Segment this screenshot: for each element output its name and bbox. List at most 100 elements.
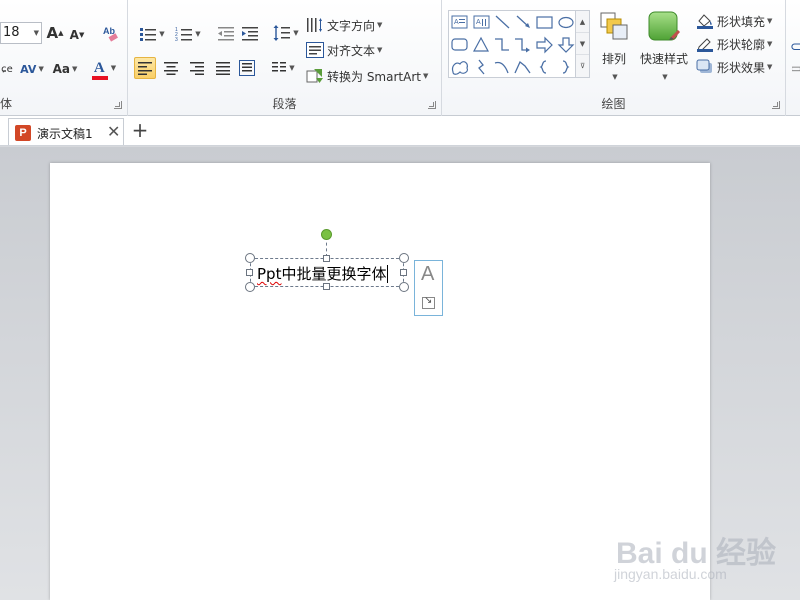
text-direction-icon xyxy=(307,18,322,32)
resize-handle-top-right[interactable] xyxy=(399,253,409,263)
svg-text:A: A xyxy=(454,19,459,26)
replace-button-partial[interactable]: ▭ xyxy=(792,60,800,76)
font-dialog-launcher-icon[interactable] xyxy=(114,101,122,109)
resize-handle-left[interactable] xyxy=(246,269,253,276)
right-brace-shape-icon xyxy=(562,60,570,74)
font-color-icon: A xyxy=(91,60,108,80)
font-color-button[interactable]: A ▼ xyxy=(88,56,122,80)
clear-formatting-button[interactable]: Ab xyxy=(100,22,122,44)
triangle-shape-icon xyxy=(472,36,490,52)
gallery-more-icon[interactable]: ⊽ xyxy=(576,55,589,77)
grow-font-button[interactable]: A ▲ xyxy=(46,24,64,42)
autofit-letter: A xyxy=(421,263,435,285)
strikethrough-partial-icon[interactable]: ɕe xyxy=(0,60,14,78)
shape-effects-icon xyxy=(696,59,712,73)
resize-handle-bottom-left[interactable] xyxy=(245,282,255,292)
right-arrow-shape-icon xyxy=(536,36,553,54)
rectangle-shape-icon xyxy=(536,16,553,29)
close-icon[interactable]: ✕ xyxy=(107,122,120,141)
gallery-scroll-down-icon[interactable]: ▼ xyxy=(576,33,589,55)
document-tab[interactable]: P 演示文稿1 ✕ xyxy=(8,118,124,145)
document-tab-bar: P 演示文稿1 ✕ + xyxy=(0,116,800,146)
freeform-shape-icon xyxy=(514,60,531,74)
font-size-combobox[interactable]: 18 ▼ xyxy=(0,22,42,44)
text-cursor: ​ xyxy=(387,265,389,283)
align-left-button[interactable] xyxy=(134,57,156,79)
paragraph-group: ▼ 1 2 3 ▼ ▼ 文字方向 ▼ ▼ 对齐文本 ▼ 转换为 SmartArt… xyxy=(128,0,442,116)
watermark: Bai du 经验 jingyan.baidu.com xyxy=(614,518,794,588)
text-box-content[interactable]: Ppt中批量更换字体​ xyxy=(257,263,389,284)
align-text-button[interactable]: 对齐文本 ▼ xyxy=(306,41,390,59)
shapes-gallery[interactable]: A A ▲ ▼ ⊽ xyxy=(448,10,590,78)
pencil-outline-icon xyxy=(697,38,713,52)
font-group: 18 ▼ A ▲ A ▼ Ab ɕe AV ▼ Aa ▼ A ▼ 体 xyxy=(0,0,128,116)
elbow-arrow-connector-shape-icon xyxy=(515,38,530,53)
down-arrow-shape-icon xyxy=(557,37,575,53)
numbering-button[interactable]: 1 2 3 ▼ xyxy=(172,24,204,44)
align-center-icon xyxy=(164,62,178,75)
distributed-button[interactable] xyxy=(236,57,258,79)
svg-text:A: A xyxy=(476,19,481,26)
vertical-text-box-shape-icon: A xyxy=(473,15,490,29)
resize-handle-right[interactable] xyxy=(400,269,407,276)
decrease-indent-button[interactable] xyxy=(216,24,236,44)
autofit-arrow-icon xyxy=(422,295,435,309)
shape-effects-button[interactable]: 形状效果 ▼ xyxy=(696,58,786,76)
rotation-guide-line xyxy=(326,237,327,257)
quick-styles-icon xyxy=(648,11,680,41)
paragraph-dialog-launcher-icon[interactable] xyxy=(428,101,436,109)
justify-button[interactable] xyxy=(212,57,234,79)
arrange-button[interactable]: 排列 ▼ xyxy=(594,10,634,84)
character-spacing-button[interactable]: AV ▼ xyxy=(18,58,46,80)
resize-handle-top[interactable] xyxy=(323,255,330,262)
autofit-options-button[interactable]: A xyxy=(414,260,443,316)
convert-smartart-button[interactable]: 转换为 SmartArt ▼ xyxy=(306,67,438,85)
gallery-scroll-up-icon[interactable]: ▲ xyxy=(576,11,589,33)
shape-fill-button[interactable]: 形状填充 ▼ xyxy=(696,12,786,30)
bullets-button[interactable]: ▼ xyxy=(136,24,168,44)
justify-icon xyxy=(216,62,230,75)
arrange-icon xyxy=(600,12,628,40)
bullets-icon xyxy=(140,28,157,41)
resize-handle-top-left[interactable] xyxy=(245,253,255,263)
ribbon: 18 ▼ A ▲ A ▼ Ab ɕe AV ▼ Aa ▼ A ▼ 体 ▼ 1 2… xyxy=(0,0,800,116)
text-direction-button[interactable]: 文字方向 ▼ xyxy=(306,16,390,34)
align-left-icon xyxy=(138,62,152,75)
line-spacing-button[interactable]: ▼ xyxy=(272,22,300,44)
change-case-button[interactable]: Aa ▼ xyxy=(50,58,80,80)
resize-handle-bottom[interactable] xyxy=(323,283,330,290)
line-shape-icon xyxy=(495,15,510,29)
numbering-icon: 1 2 3 xyxy=(175,27,193,42)
slide-canvas[interactable]: Ppt中批量更换字体​ A xyxy=(50,163,710,600)
document-tab-title: 演示文稿1 xyxy=(37,127,93,141)
align-center-button[interactable] xyxy=(160,57,182,79)
shape-outline-button[interactable]: 形状轮廓 ▼ xyxy=(696,35,786,53)
cloud-shape-icon xyxy=(451,61,468,75)
rotation-handle[interactable] xyxy=(321,229,332,240)
rounded-rectangle-shape-icon xyxy=(451,38,468,51)
increase-indent-icon xyxy=(242,27,258,41)
line-spacing-icon xyxy=(273,25,291,41)
quick-styles-button[interactable]: 快速样式 ▼ xyxy=(638,10,690,84)
increase-indent-button[interactable] xyxy=(240,24,260,44)
arrow-shape-icon xyxy=(516,15,530,28)
align-right-icon xyxy=(190,62,204,75)
arc-shape-icon xyxy=(494,61,509,74)
drawing-dialog-launcher-icon[interactable] xyxy=(772,101,780,109)
drawing-group-label: 绘图 xyxy=(601,97,626,111)
find-button-partial[interactable]: ⊂ xyxy=(790,38,800,56)
resize-handle-bottom-right[interactable] xyxy=(399,282,409,292)
align-right-button[interactable] xyxy=(186,57,208,79)
oval-shape-icon xyxy=(558,16,574,29)
smartart-icon xyxy=(306,69,323,83)
columns-button[interactable]: ▼ xyxy=(268,57,298,79)
gallery-scrollbar[interactable]: ▲ ▼ ⊽ xyxy=(575,11,589,77)
shrink-font-button[interactable]: A ▼ xyxy=(68,26,86,44)
new-tab-button[interactable]: + xyxy=(128,119,152,143)
font-size-value: 18 xyxy=(3,25,20,40)
clear-formatting-icon: Ab xyxy=(103,26,118,42)
align-text-icon xyxy=(306,42,324,58)
distributed-icon xyxy=(239,60,255,76)
svg-text:3: 3 xyxy=(175,37,178,42)
chevron-down-icon[interactable]: ▼ xyxy=(34,23,39,43)
